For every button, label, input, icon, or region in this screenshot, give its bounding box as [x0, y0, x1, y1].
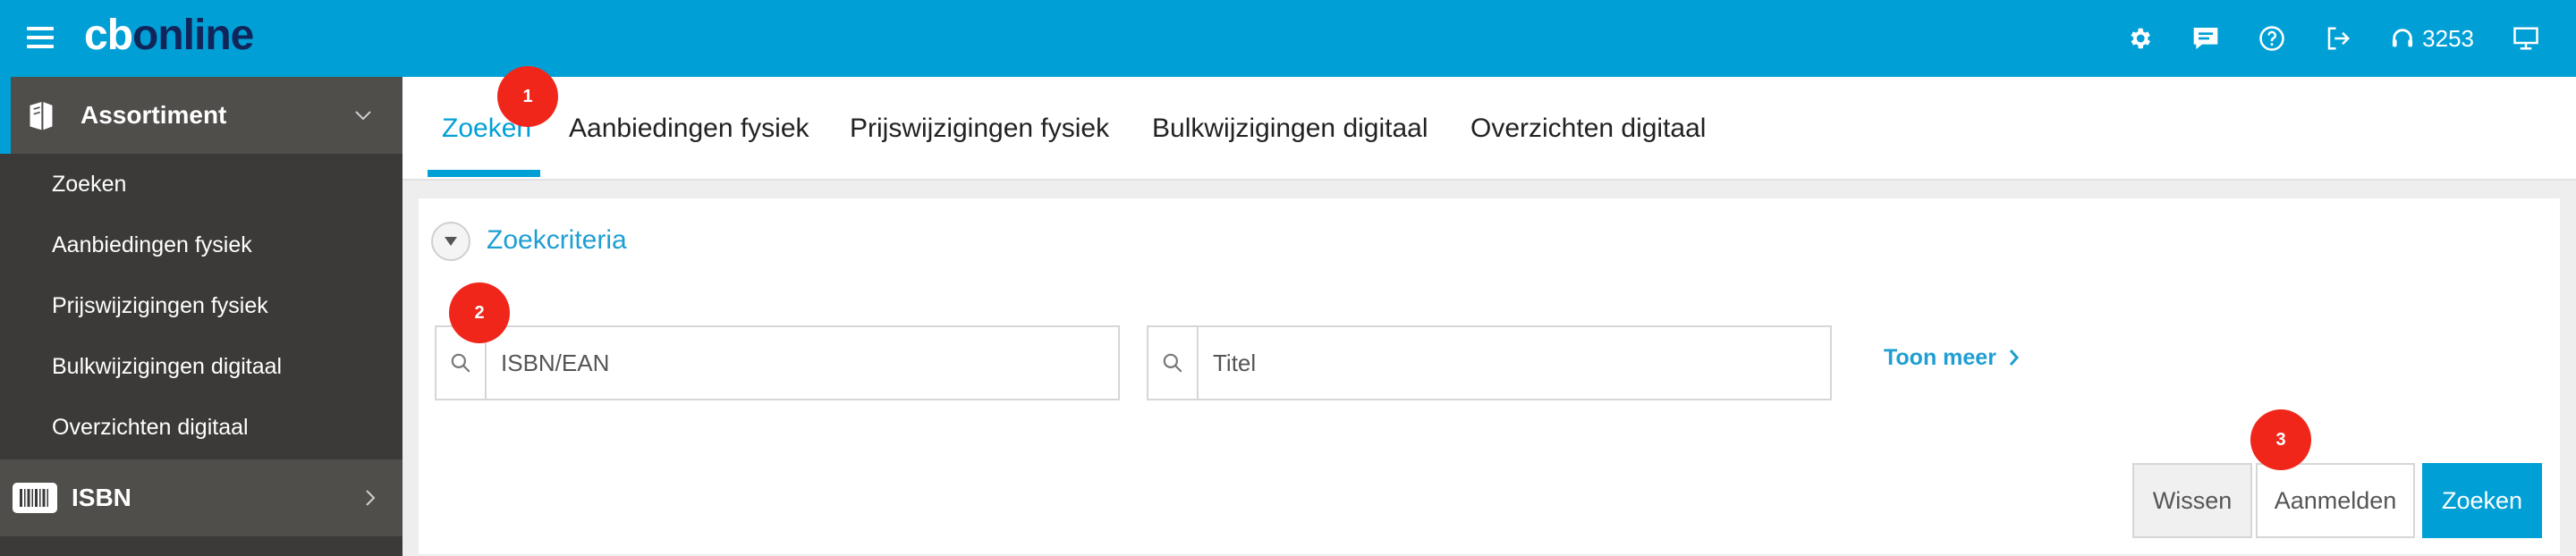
sidebar-items: Zoeken Aanbiedingen fysiek Prijswijzigin… [0, 154, 402, 458]
support-number: 3253 [2422, 24, 2474, 52]
headset-icon [2393, 29, 2413, 47]
sidebar-item-overzichten-digitaal[interactable]: Overzichten digitaal [0, 397, 402, 458]
logout-icon[interactable] [2324, 24, 2352, 53]
sidebar-section-isbn[interactable]: ISBN [0, 459, 402, 536]
support-phone[interactable]: 3253 [2390, 25, 2474, 53]
step-marker-2: 2 [449, 282, 510, 343]
collapse-toggle-button[interactable] [431, 222, 470, 261]
step-marker-1: 1 [497, 66, 558, 127]
active-tab-indicator [428, 170, 540, 177]
top-bar: cbonline 3253 [0, 0, 2576, 77]
sidebar-item-prijswijzigingen-fysiek[interactable]: Prijswijzigingen fysiek [0, 275, 402, 336]
tab-bulkwijzigingen-digitaal[interactable]: Bulkwijzigingen digitaal [1152, 77, 1428, 181]
search-card: Zoekcriteria Toon meer Wissen Aanmelden … [419, 198, 2560, 554]
isbn-field [435, 325, 1120, 400]
step-marker-3: 3 [2250, 409, 2311, 470]
sidebar-section-label: Assortiment [80, 101, 227, 129]
books-icon [23, 97, 59, 133]
sidebar-item-zoeken[interactable]: Zoeken [0, 154, 402, 215]
logo-part2: online [132, 12, 254, 59]
tab-aanbiedingen-fysiek[interactable]: Aanbiedingen fysiek [569, 77, 809, 181]
logo[interactable]: cbonline [84, 9, 254, 63]
tab-bar: Zoeken Aanbiedingen fysiek Prijswijzigin… [402, 77, 2576, 181]
barcode-icon [13, 480, 57, 516]
toon-meer-label: Toon meer [1884, 344, 1996, 370]
sidebar: Assortiment Zoeken Aanbiedingen fysiek P… [0, 77, 402, 556]
titel-input[interactable] [1199, 327, 1830, 399]
sidebar-item-bulkwijzigingen-digitaal[interactable]: Bulkwijzigingen digitaal [0, 336, 402, 397]
sidebar-section-assortiment[interactable]: Assortiment [0, 77, 402, 154]
toon-meer-link[interactable]: Toon meer [1884, 340, 2020, 375]
wissen-button[interactable]: Wissen [2132, 463, 2252, 538]
aanmelden-button[interactable]: Aanmelden [2256, 463, 2415, 538]
top-actions: 3253 [2125, 20, 2540, 57]
zoeken-button[interactable]: Zoeken [2422, 463, 2542, 538]
logo-part1: cb [84, 12, 133, 59]
titel-field [1147, 325, 1832, 400]
search-criteria-title[interactable]: Zoekcriteria [487, 220, 627, 261]
sidebar-item-aanbiedingen-fysiek[interactable]: Aanbiedingen fysiek [0, 215, 402, 275]
search-icon [1148, 327, 1199, 399]
gear-icon[interactable] [2125, 24, 2154, 53]
chevron-down-icon [352, 105, 374, 126]
chevron-right-icon [2009, 350, 2019, 366]
sidebar-isbn-label: ISBN [72, 484, 131, 511]
isbn-input[interactable] [487, 327, 1118, 399]
chat-icon[interactable] [2191, 24, 2220, 53]
help-icon[interactable] [2258, 24, 2286, 53]
hamburger-menu-icon[interactable] [27, 27, 54, 48]
triangle-down-icon [445, 237, 457, 246]
chevron-right-icon [360, 487, 381, 509]
tab-prijswijzigingen-fysiek[interactable]: Prijswijzigingen fysiek [850, 77, 1109, 181]
tab-overzichten-digitaal[interactable]: Overzichten digitaal [1470, 77, 1706, 181]
monitor-icon[interactable] [2512, 24, 2540, 53]
